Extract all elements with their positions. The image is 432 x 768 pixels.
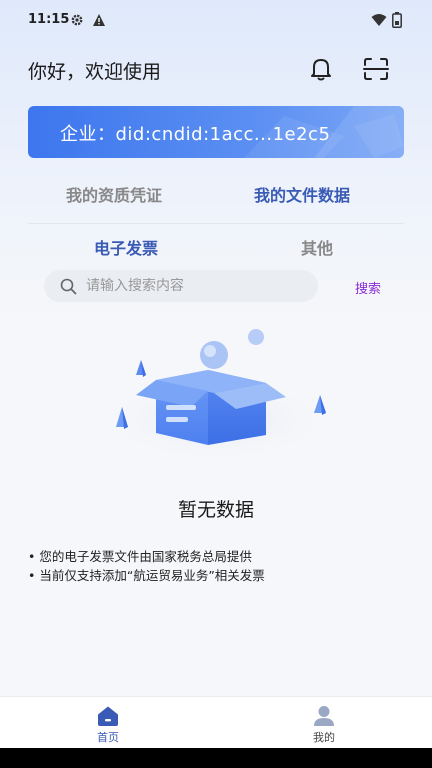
- search-icon: [60, 278, 77, 295]
- bottom-nav: 首页 我的: [0, 696, 432, 748]
- company-card[interactable]: 企业：did:cndid:1acc...1e2c5: [28, 106, 404, 158]
- nav-home[interactable]: 首页: [58, 697, 158, 749]
- note-item: • 当前仅支持添加“航运贸易业务”相关发票: [28, 568, 265, 583]
- main-tabs: 我的资质凭证 我的文件数据: [28, 168, 404, 224]
- status-time: 11:15: [28, 12, 70, 27]
- user-icon: [314, 706, 334, 726]
- tab-credentials[interactable]: 我的资质凭证: [66, 182, 162, 206]
- subtab-e-invoice[interactable]: 电子发票: [94, 235, 158, 259]
- nav-mine-label: 我的: [313, 731, 335, 744]
- note-item: • 您的电子发票文件由国家税务总局提供: [28, 549, 252, 564]
- greeting-title: 你好，欢迎使用: [28, 61, 162, 83]
- scan-icon[interactable]: [362, 56, 390, 82]
- nav-home-label: 首页: [97, 731, 119, 744]
- company-did: 企业：did:cndid:1acc...1e2c5: [60, 124, 331, 145]
- empty-box-illustration: [101, 329, 331, 462]
- tab-file-data[interactable]: 我的文件数据: [254, 182, 350, 206]
- subtab-other[interactable]: 其他: [301, 235, 333, 259]
- system-gesture-bar: [0, 748, 432, 768]
- status-bar: 11:15: [0, 0, 432, 40]
- search-input[interactable]: [86, 274, 306, 298]
- sub-tabs: 电子发票 其他: [28, 226, 404, 266]
- warning-icon: [93, 14, 105, 26]
- bell-icon[interactable]: [308, 56, 334, 82]
- wifi-icon: [371, 14, 387, 26]
- battery-icon: [392, 12, 402, 28]
- notes-list: • 您的电子发票文件由国家税务总局提供 • 当前仅支持添加“航运贸易业务”相关发…: [28, 547, 265, 585]
- search-box[interactable]: [44, 270, 318, 302]
- gear-icon: [71, 14, 83, 26]
- nav-mine[interactable]: 我的: [274, 697, 374, 749]
- empty-state-text: 暂无数据: [177, 499, 254, 521]
- home-icon: [98, 706, 118, 726]
- search-button[interactable]: 搜索: [355, 278, 381, 297]
